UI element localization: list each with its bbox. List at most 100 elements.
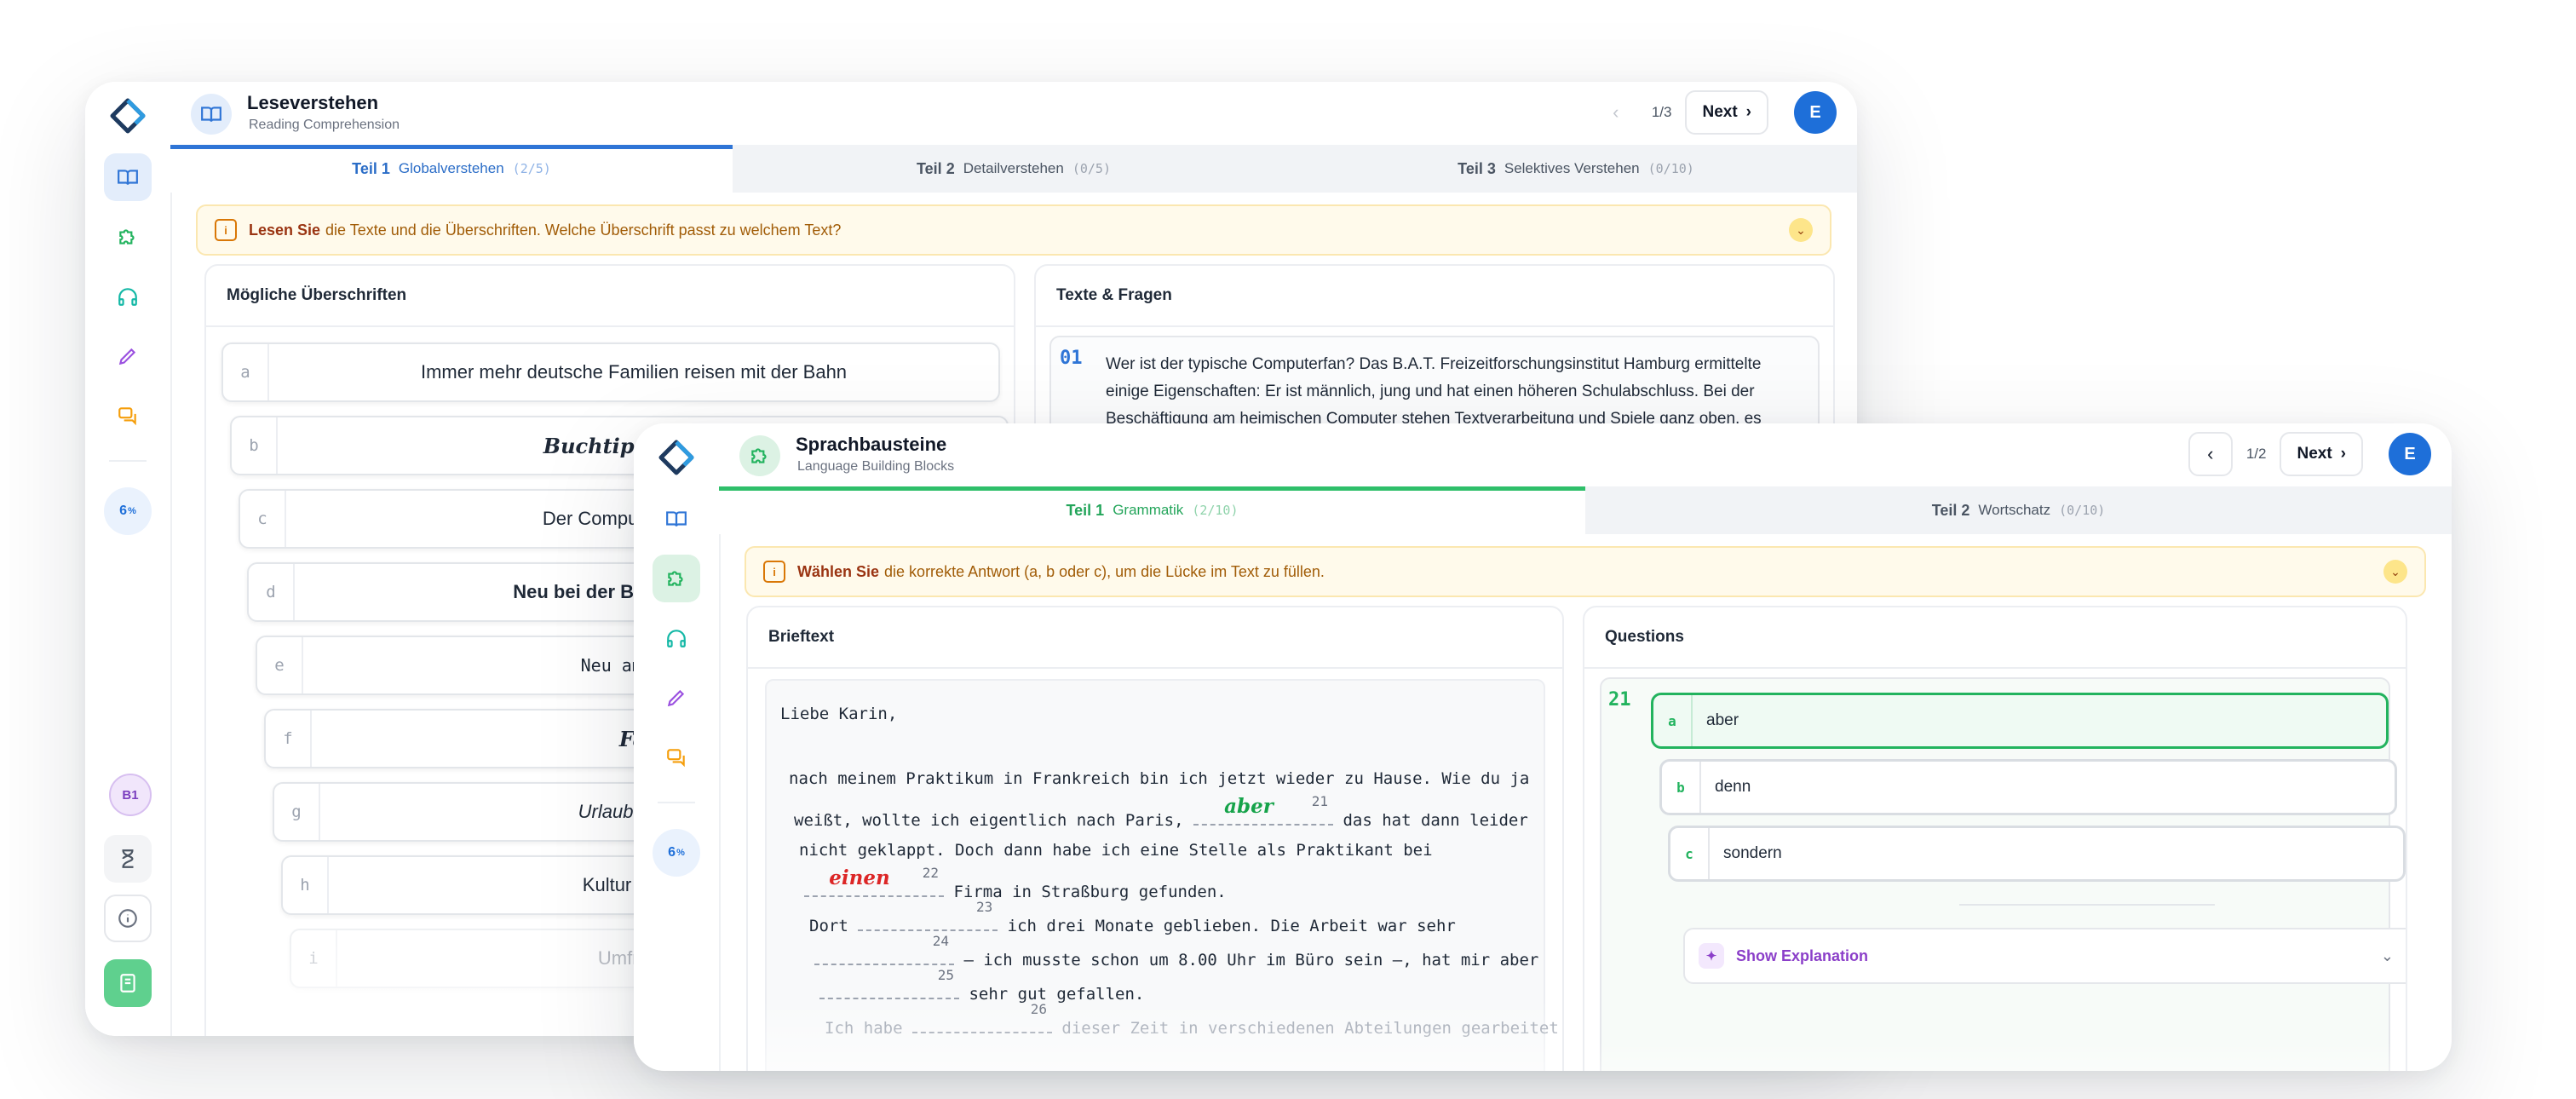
option-text: aber xyxy=(1691,695,2386,746)
submit-button[interactable] xyxy=(104,959,152,1007)
instruction-banner: i Wählen Sie die korrekte Antwort (a, b … xyxy=(745,546,2426,597)
sidebar-reading-button[interactable] xyxy=(104,153,152,201)
sidebar-reading-button[interactable] xyxy=(653,495,700,543)
instruction-text: die korrekte Antwort (a, b oder c), um d… xyxy=(884,562,1325,580)
option-letter: c xyxy=(257,509,267,528)
line-text: nach meinem Praktikum in Frankreich bin … xyxy=(789,769,1530,788)
answer-option-c[interactable]: c sondern xyxy=(1668,826,2406,882)
line-text: ich drei Monate geblieben. Die Arbeit wa… xyxy=(1007,917,1456,935)
option-letter: a xyxy=(1668,712,1676,729)
part-tabs: Teil 1 Grammatik (2/10) Teil 2 Wortschatz (0… xyxy=(719,486,2452,534)
panel-title: Questions xyxy=(1584,607,2406,669)
page-subtitle: Reading Comprehension xyxy=(249,118,400,132)
instruction-bold: Lesen Sie xyxy=(249,221,321,239)
tab-teil-3[interactable]: Teil 3 Selektives Verstehen (0/10) xyxy=(1295,145,1857,193)
user-avatar[interactable]: E xyxy=(2389,433,2431,475)
line-text: weißt, wollte ich eigentlich nach Paris, xyxy=(794,811,1184,830)
option-letter: b xyxy=(249,436,259,455)
tab-label: Wortschatz xyxy=(1978,502,2051,518)
sidebar-speaking-button[interactable] xyxy=(104,392,152,440)
timer-button[interactable] xyxy=(104,835,152,883)
page-title: Sprachbausteine xyxy=(796,434,947,455)
gap-22[interactable]: einen 22 xyxy=(804,865,944,897)
option-letter: a xyxy=(240,363,250,382)
letter-line: nicht geklappt. Doch dann habe ich eine … xyxy=(799,841,1433,860)
text-number: 01 xyxy=(1060,348,1083,369)
heading-option[interactable]: a Immer mehr deutsche Familien reisen mit… xyxy=(221,342,1000,402)
tab-count: (0/10) xyxy=(1647,161,1694,176)
letter-line: 24 – ich musste schon um 8.00 Uhr im Bür… xyxy=(814,933,1539,970)
gap-23[interactable]: 23 xyxy=(858,899,998,931)
puzzle-icon xyxy=(119,229,135,245)
book-icon xyxy=(201,106,221,122)
gap-number: 26 xyxy=(1030,1001,1047,1017)
show-explanation-button[interactable]: ✦ Show Explanation ⌄ xyxy=(1683,928,2406,984)
progress-indicator: 6% xyxy=(104,487,152,535)
line-text: dieser Zeit in verschiedenen Abteilungen… xyxy=(1061,1019,1559,1038)
option-letter: d xyxy=(266,583,276,601)
line-text: – ich musste schon um 8.00 Uhr im Büro s… xyxy=(963,951,1539,970)
user-avatar[interactable]: E xyxy=(1794,91,1837,134)
text-line: Wer ist der typische Computerfan? Das B.… xyxy=(1106,355,1762,373)
tab-label: Globalverstehen xyxy=(398,160,504,176)
app-logo-icon xyxy=(110,98,146,134)
gap-24[interactable]: 24 xyxy=(814,933,954,965)
line-text: Firma in Straßburg gefunden. xyxy=(953,883,1227,901)
gap-answer: einen xyxy=(829,866,890,889)
next-button[interactable]: Next › xyxy=(1685,90,1768,135)
gap-21[interactable]: aber 21 xyxy=(1193,793,1334,826)
sidebar-writing-button[interactable] xyxy=(653,674,700,722)
gap-number: 22 xyxy=(922,865,939,881)
tab-teil-1[interactable]: Teil 1 Globalverstehen (2/5) xyxy=(170,145,733,193)
book-icon xyxy=(666,511,687,526)
sidebar-listening-button[interactable] xyxy=(104,273,152,320)
sidebar-language-blocks-button[interactable] xyxy=(653,555,700,602)
progress-value: 6 xyxy=(668,845,676,860)
option-letter: e xyxy=(274,656,285,675)
tab-teil-2[interactable]: Teil 2 Detailverstehen (0/5) xyxy=(733,145,1295,193)
sidebar-divider xyxy=(658,802,695,803)
tab-part: Teil 3 xyxy=(1458,159,1496,177)
info-circle-icon xyxy=(118,909,137,928)
option-letter: b xyxy=(1676,779,1685,796)
sidebar-listening-button[interactable] xyxy=(653,614,700,662)
tab-label: Selektives Verstehen xyxy=(1504,160,1640,176)
section-icon xyxy=(739,435,780,476)
option-letter: f xyxy=(283,729,293,748)
chevron-down-icon[interactable]: ⌄ xyxy=(1789,218,1813,242)
chevron-right-icon: › xyxy=(1745,103,1751,121)
gap-number: 21 xyxy=(1311,793,1329,809)
option-letter: i xyxy=(308,949,319,968)
gap-25[interactable]: 25 xyxy=(819,967,959,999)
tab-teil-1[interactable]: Teil 1 Grammatik (2/10) xyxy=(719,486,1585,534)
tab-teil-2[interactable]: Teil 2 Wortschatz (0/10) xyxy=(1585,486,2452,534)
page-title: Leseverstehen xyxy=(247,92,379,113)
option-text: sondern xyxy=(1708,828,2403,879)
answer-option-a[interactable]: a aber xyxy=(1651,693,2389,749)
letter-line: Ich habe 26 dieser Zeit in verschiedenen… xyxy=(825,1001,1559,1038)
next-button[interactable]: Next › xyxy=(2280,432,2363,476)
gap-26[interactable]: 26 xyxy=(911,1001,1052,1033)
progress-value: 6 xyxy=(119,503,128,518)
line-text: sehr gut gefallen. xyxy=(969,985,1145,1004)
tab-count: (0/10) xyxy=(2059,503,2106,518)
chat-icon xyxy=(118,407,136,426)
prev-button[interactable]: ‹ xyxy=(1593,90,1638,135)
sidebar-writing-button[interactable] xyxy=(104,332,152,380)
tab-count: (0/5) xyxy=(1072,161,1111,176)
option-letter: c xyxy=(1685,845,1693,862)
sidebar-language-blocks-button[interactable] xyxy=(104,213,152,261)
questions-panel: Questions 21 a aber b denn c sondern ✦ Show … xyxy=(1583,606,2407,1071)
chevron-down-icon[interactable]: ⌄ xyxy=(2383,560,2407,584)
option-letter: h xyxy=(300,876,310,895)
prev-button[interactable]: ‹ xyxy=(2188,432,2233,476)
tab-part: Teil 2 xyxy=(917,159,955,177)
instruction-banner: i Lesen Sie die Texte und die Überschrif… xyxy=(196,204,1831,256)
answer-option-b[interactable]: b denn xyxy=(1659,759,2397,815)
headphones-icon xyxy=(118,288,137,306)
info-button[interactable] xyxy=(104,895,152,942)
tab-part: Teil 1 xyxy=(352,159,390,177)
instruction-text: die Texte und die Überschriften. Welche … xyxy=(325,221,842,239)
puzzle-icon xyxy=(751,448,767,463)
sidebar-speaking-button[interactable] xyxy=(653,734,700,781)
